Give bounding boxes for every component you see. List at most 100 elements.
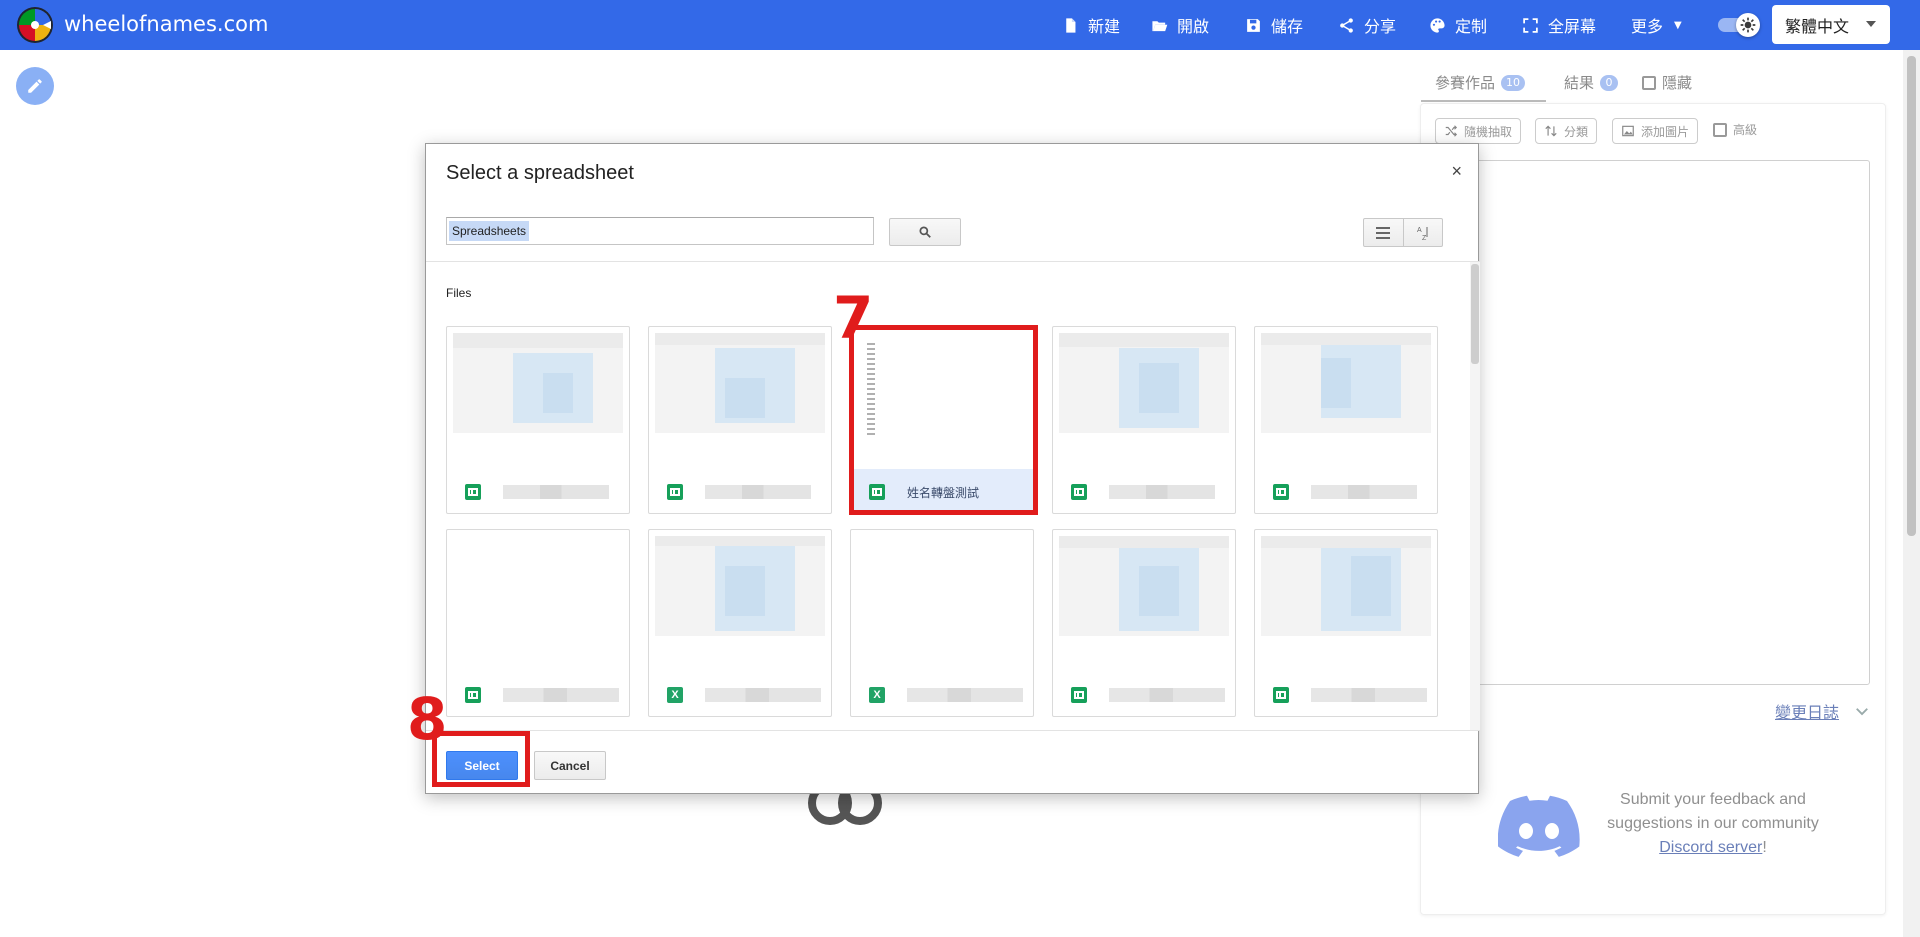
nav-fullscreen-button[interactable]: 全屏幕 [1522,13,1596,37]
nav-share-button[interactable]: 分享 [1338,13,1396,37]
excel-file-icon: X [667,687,683,703]
hide-checkbox-box [1642,75,1656,90]
blurred-file-name [1109,485,1215,499]
tab-entries-label: 參賽作品 [1435,74,1496,92]
page-scrollbar[interactable] [1903,50,1920,937]
file-tile[interactable] [446,529,630,717]
nav-new-button[interactable]: 新建 [1062,13,1120,37]
edit-wheel-button[interactable] [16,67,54,105]
search-icon [919,226,931,238]
cancel-button[interactable]: Cancel [534,751,606,780]
blurred-file-name [1311,688,1427,702]
sort-button[interactable]: 分類 [1535,118,1598,144]
toggle-knob [1736,13,1760,37]
nav-new-label: 新建 [1088,17,1121,36]
sun-gear-icon [1740,17,1756,33]
google-sheets-icon [1273,687,1289,703]
discord-server-link[interactable]: Discord server [1659,839,1762,856]
blurred-file-name [705,688,821,702]
add-image-button[interactable]: 添加圖片 [1612,118,1699,144]
site-title[interactable]: wheelofnames.com [64,12,268,36]
file-thumbnail [655,536,825,636]
nav-share-label: 分享 [1364,17,1397,36]
file-tile-footer [649,469,831,513]
file-icon [1066,17,1076,33]
file-tile[interactable] [1254,529,1438,717]
discord-icon[interactable] [1498,795,1580,859]
nav-open-button[interactable]: 開啟 [1151,13,1209,37]
feedback-end: ! [1762,839,1767,856]
advanced-checkbox[interactable]: 高級 [1713,121,1757,138]
blurred-file-name [705,485,811,499]
advanced-label: 高級 [1733,123,1758,137]
shuffle-icon [1445,125,1458,137]
dialog-scrollbar[interactable] [1470,262,1480,730]
file-thumbnail [1059,536,1229,636]
dropdown-caret-icon [1866,21,1876,27]
wheel-logo-icon[interactable] [16,6,54,44]
top-app-bar: wheelofnames.com 新建 開啟 儲存 分享 定制 全屏幕 更多 ▼ [0,0,1920,50]
file-tile[interactable] [1052,326,1236,514]
dialog-scrollbar-thumb[interactable] [1471,264,1479,364]
sort-az-button[interactable]: AZ [1402,219,1442,246]
shuffle-button[interactable]: 隨機抽取 [1435,118,1522,144]
results-count-badge: 0 [1600,74,1619,91]
blurred-file-name [503,485,609,499]
image-icon [1622,125,1634,137]
file-tile[interactable] [1052,529,1236,717]
hide-checkbox[interactable]: 隱藏 [1642,72,1692,93]
hide-checkbox-label: 隱藏 [1662,74,1693,92]
feedback-line-2: suggestions in our community [1607,815,1819,832]
google-sheets-icon [465,484,481,500]
fullscreen-icon [1523,17,1538,33]
nav-customize-button[interactable]: 定制 [1429,13,1487,37]
tab-entries[interactable]: 參賽作品 10 [1435,72,1526,93]
file-thumbnail [655,333,825,433]
dark-mode-toggle[interactable] [1716,13,1764,37]
chevron-down-icon[interactable] [1853,702,1871,720]
file-tile[interactable]: X [648,529,832,717]
blurred-file-name [1311,485,1417,499]
close-icon[interactable]: × [1451,162,1462,180]
active-tab-underline [1421,100,1546,102]
svg-text:A: A [1417,227,1422,234]
file-thumbnail [453,333,623,433]
file-tile-footer [1053,672,1235,716]
file-tile[interactable] [648,326,832,514]
entries-count-badge: 10 [1501,74,1526,91]
sort-az-icon: AZ [1417,226,1428,241]
nav-more-button[interactable]: 更多 ▼ [1631,13,1682,37]
feedback-line-1: Submit your feedback and [1620,791,1806,808]
changelog-link[interactable]: 變更日誌 [1775,699,1839,723]
right-panel-tabs: 參賽作品 10 結果 0 隱藏 [1421,64,1881,104]
nav-customize-label: 定制 [1455,17,1488,36]
view-toggle-group: AZ [1363,218,1443,247]
file-tile[interactable]: X [850,529,1034,717]
feedback-text: Submit your feedback and suggestions in … [1598,788,1828,860]
sort-icon [1545,125,1557,137]
tab-results[interactable]: 結果 0 [1564,72,1619,93]
shuffle-label: 隨機抽取 [1464,124,1513,139]
search-input[interactable]: Spreadsheets [446,217,874,245]
file-tile-footer [1255,672,1437,716]
file-tile[interactable] [1254,326,1438,514]
save-icon [1247,18,1260,32]
blurred-file-name [907,688,1023,702]
language-label: 繁體中文 [1785,16,1850,36]
list-view-button[interactable] [1364,219,1403,246]
annotation-highlight-file [849,325,1038,515]
file-tile[interactable] [446,326,630,514]
svg-text:Z: Z [1422,235,1427,241]
search-button[interactable] [889,218,961,246]
language-select[interactable]: 繁體中文 [1772,5,1890,44]
google-sheets-icon [1071,484,1087,500]
advanced-checkbox-box [1713,122,1727,137]
nav-save-button[interactable]: 儲存 [1245,13,1303,37]
dialog-footer: Select Cancel [426,731,1480,795]
nav-fullscreen-label: 全屏幕 [1548,17,1597,36]
file-tile-footer [1053,469,1235,513]
page-scrollbar-thumb[interactable] [1907,56,1916,536]
add-image-label: 添加圖片 [1641,124,1690,139]
list-view-icon [1376,226,1391,239]
entries-textarea[interactable] [1436,160,1870,685]
